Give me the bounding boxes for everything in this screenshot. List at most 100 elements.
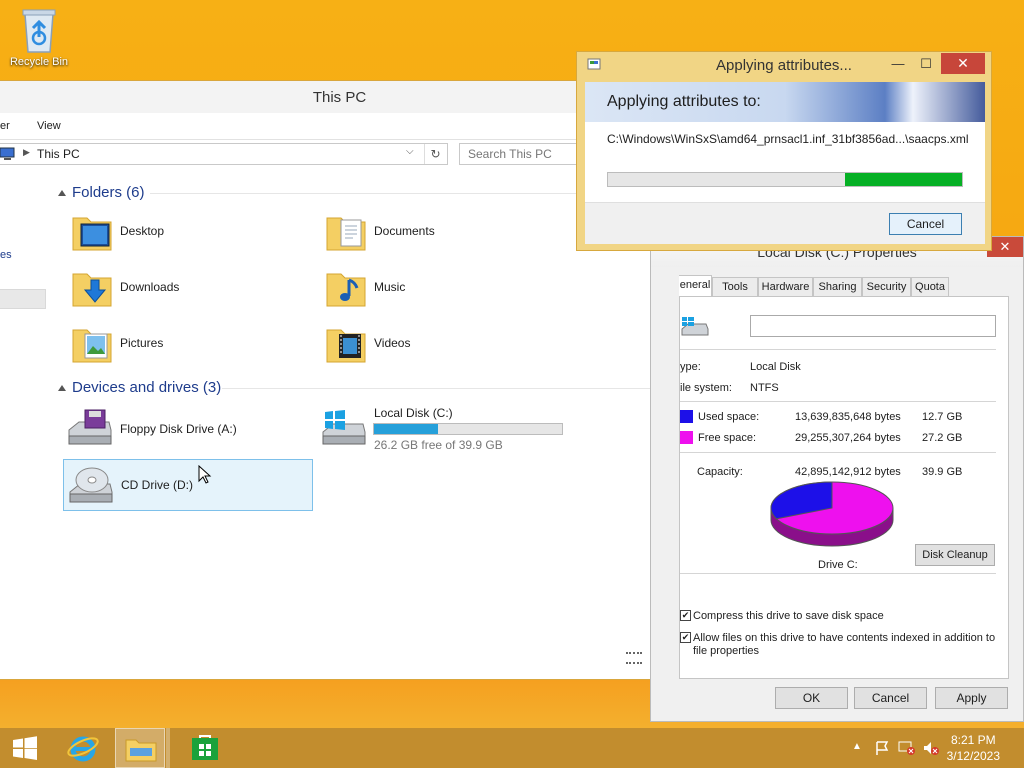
clock[interactable]: 8:21 PM 3/12/2023 xyxy=(947,732,1000,764)
folder-label: Desktop xyxy=(120,224,165,238)
current-file-path: C:\Windows\WinSxS\amd64_prnsacl1.inf_31b… xyxy=(607,132,969,146)
cancel-button[interactable]: Cancel xyxy=(889,213,962,235)
recycle-bin-label: Recycle Bin xyxy=(9,56,69,68)
dialog-heading: Applying attributes to: xyxy=(585,82,985,122)
system-tray: ▲ xyxy=(850,728,940,768)
capacity-bytes: 42,895,142,912 bytes xyxy=(795,466,901,478)
divider xyxy=(222,388,664,389)
show-hidden-icons-icon[interactable]: ▲ xyxy=(852,741,862,752)
dialog-footer: Cancel xyxy=(585,202,985,244)
ok-button[interactable]: OK xyxy=(775,687,848,709)
taskbar-file-explorer[interactable] xyxy=(115,728,165,768)
maximize-button[interactable]: ☐ xyxy=(913,55,939,73)
tab-general[interactable]: eneral xyxy=(679,275,712,297)
breadcrumb-chevron-icon[interactable]: ▶ xyxy=(23,147,30,158)
folder-label: Pictures xyxy=(120,336,164,350)
progress-bar xyxy=(607,172,963,187)
file-explorer-icon xyxy=(125,739,157,762)
clock-time: 8:21 PM xyxy=(950,733,996,747)
tab-security[interactable]: Security xyxy=(862,277,911,297)
index-label-line2: file properties xyxy=(693,645,760,657)
free-gb: 27.2 GB xyxy=(922,432,963,444)
taskbar-store[interactable] xyxy=(180,728,230,768)
address-bar[interactable]: ▶ This PC ⌵ ↻ xyxy=(0,143,448,165)
devices-header-text: Devices and drives (3) xyxy=(72,379,222,396)
clock-date: 3/12/2023 xyxy=(946,749,1000,763)
nav-item-selected[interactable] xyxy=(0,289,46,309)
floppy-drive-icon xyxy=(68,409,112,445)
index-checkbox[interactable]: ✔ xyxy=(680,632,691,643)
folder-label: Downloads xyxy=(120,280,180,294)
pictures-folder-icon xyxy=(72,329,112,363)
nav-item-partial[interactable]: es xyxy=(0,249,12,261)
taskbar-internet-explorer[interactable] xyxy=(58,728,108,768)
internet-explorer-icon xyxy=(67,736,99,762)
index-label-line1: Allow files on this drive to have conten… xyxy=(693,632,996,644)
navigation-pane: es xyxy=(0,177,50,677)
desktop-folder-icon xyxy=(72,217,112,251)
close-button[interactable]: ✕ xyxy=(987,237,1023,257)
folders-group-header[interactable]: Folders (6) xyxy=(58,184,145,201)
taskbar: ▲ 8:21 PM 3/12/2023 xyxy=(0,728,1024,768)
taskbar-separator xyxy=(166,728,170,768)
drive-floppy[interactable]: Floppy Disk Drive (A:) xyxy=(63,402,313,454)
progress-fill xyxy=(845,173,962,186)
compress-checkbox[interactable]: ✔ xyxy=(680,610,691,621)
drive-usage-fill xyxy=(374,424,438,434)
folder-music[interactable]: Music xyxy=(317,262,567,314)
close-button[interactable]: ✕ xyxy=(941,53,985,74)
ribbon-tab-view[interactable]: View xyxy=(37,113,61,140)
action-center-flag-icon[interactable] xyxy=(874,740,890,756)
general-tab-panel: ype: Local Disk ile system: NTFS Used sp… xyxy=(679,296,1009,679)
devices-group-header[interactable]: Devices and drives (3) xyxy=(58,379,221,396)
folder-downloads[interactable]: Downloads xyxy=(63,262,313,314)
collapse-triangle-icon[interactable] xyxy=(58,190,66,197)
downloads-folder-icon xyxy=(72,273,112,307)
refresh-icon[interactable]: ↻ xyxy=(424,144,446,164)
divider xyxy=(680,573,996,574)
folder-label: Music xyxy=(374,280,406,294)
start-button[interactable] xyxy=(0,728,50,768)
cancel-button[interactable]: Cancel xyxy=(854,687,927,709)
used-gb: 12.7 GB xyxy=(922,411,963,423)
used-bytes: 13,639,835,648 bytes xyxy=(795,411,901,423)
used-color-swatch xyxy=(680,410,693,423)
documents-folder-icon xyxy=(326,217,366,251)
folder-videos[interactable]: Videos xyxy=(317,318,567,370)
apply-button[interactable]: Apply xyxy=(935,687,1008,709)
folder-documents[interactable]: Documents xyxy=(317,206,567,258)
disk-cleanup-button[interactable]: Disk Cleanup xyxy=(915,544,995,566)
recycle-bin-shortcut[interactable]: Recycle Bin xyxy=(6,6,72,68)
videos-folder-icon xyxy=(326,329,366,363)
tab-hardware[interactable]: Hardware xyxy=(758,277,813,297)
used-label: Used space: xyxy=(698,411,760,423)
ribbon-tab-partial[interactable]: er xyxy=(0,113,10,140)
cd-drive-icon xyxy=(69,467,113,503)
tab-tools[interactable]: Tools xyxy=(712,277,758,297)
drive-usage-bar xyxy=(373,423,563,435)
drive-name-field[interactable] xyxy=(750,315,996,337)
store-icon xyxy=(192,735,218,760)
tab-quota[interactable]: Quota xyxy=(911,277,949,297)
folder-desktop[interactable]: Desktop xyxy=(63,206,313,258)
volume-muted-icon[interactable] xyxy=(922,740,940,756)
network-icon[interactable] xyxy=(898,740,916,756)
folder-pictures[interactable]: Pictures xyxy=(63,318,313,370)
tab-sharing[interactable]: Sharing xyxy=(813,277,862,297)
folder-label: Videos xyxy=(374,336,411,350)
drive-c-label: Drive C: xyxy=(818,559,858,571)
address-dropdown-icon[interactable]: ⌵ xyxy=(406,146,414,157)
compress-label: Compress this drive to save disk space xyxy=(693,610,884,622)
drive-cd-d[interactable]: CD Drive (D:) xyxy=(63,459,313,511)
details-view-icon[interactable] xyxy=(625,652,642,664)
address-text: This PC xyxy=(37,147,80,161)
drive-local-c[interactable]: Local Disk (C:) 26.2 GB free of 39.9 GB xyxy=(317,402,567,454)
free-label: Free space: xyxy=(698,432,757,444)
drive-free-text: 26.2 GB free of 39.9 GB xyxy=(374,438,503,452)
search-input[interactable]: Search This PC xyxy=(459,143,584,165)
collapse-triangle-icon[interactable] xyxy=(58,385,66,392)
minimize-button[interactable]: — xyxy=(885,55,911,73)
mouse-cursor-icon xyxy=(198,465,212,484)
type-value: Local Disk xyxy=(750,361,801,373)
drive-label: Floppy Disk Drive (A:) xyxy=(120,422,237,436)
